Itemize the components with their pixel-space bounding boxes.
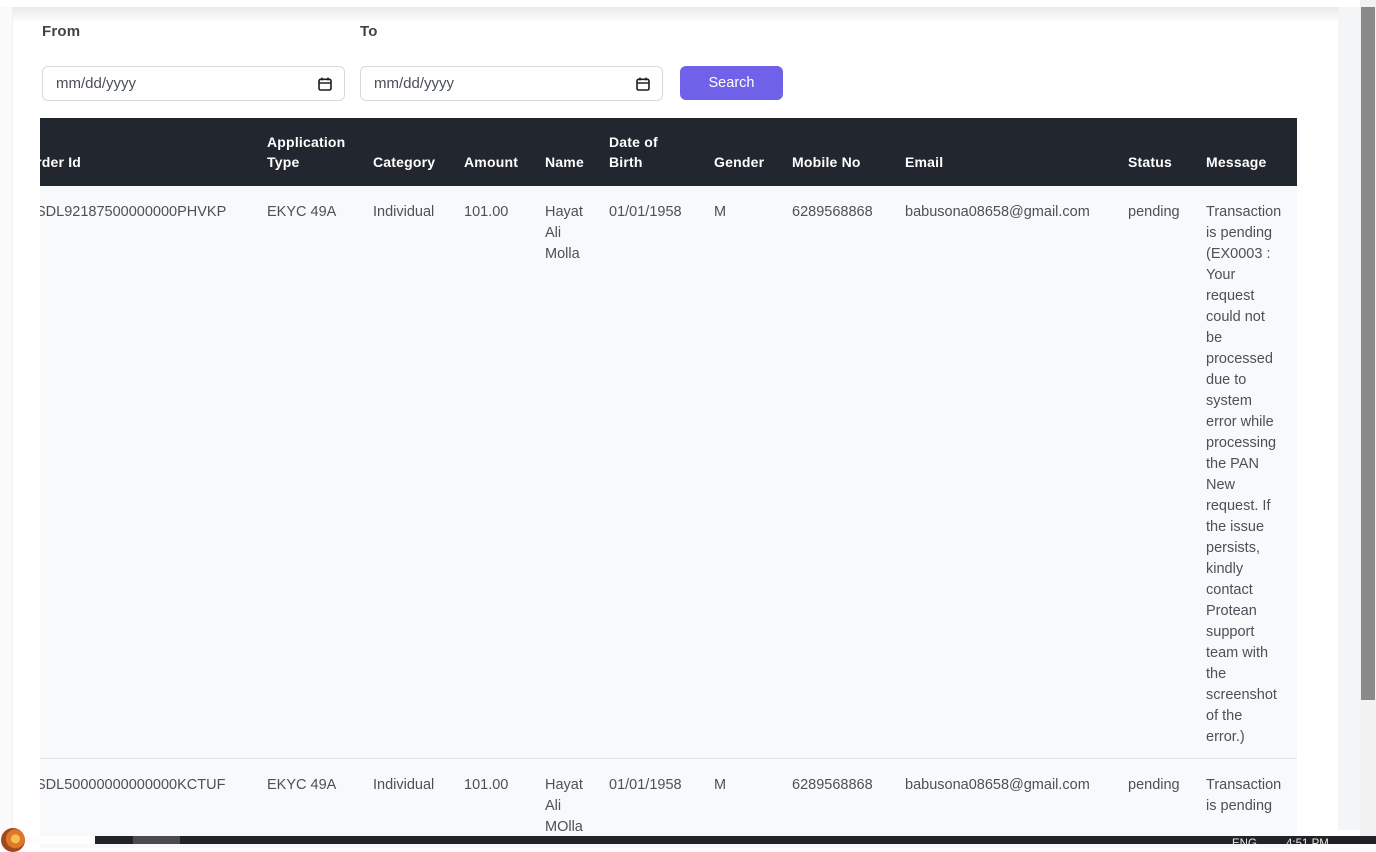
scrollbar-thumb[interactable] (1361, 7, 1375, 700)
taskbar-language[interactable]: ENG (1232, 838, 1257, 844)
cell-order_id: SDL50000000000000KCTUF (40, 759, 265, 849)
col-header-email: Email (903, 118, 1126, 186)
taskbar-active-app[interactable] (133, 836, 180, 844)
col-header-name: Name (543, 118, 607, 186)
from-date-label: From (42, 23, 80, 40)
from-date-field[interactable] (42, 66, 345, 101)
right-rail (1338, 7, 1360, 830)
taskbar-background (95, 836, 1376, 844)
cell-email: babusona08658@gmail.com (903, 186, 1126, 759)
cell-message: Transaction is pending (EX0003 : Your re… (1204, 186, 1297, 759)
cell-name: Hayat Ali Molla (543, 186, 607, 759)
from-date-input[interactable] (43, 67, 344, 100)
to-date-input[interactable] (361, 67, 662, 100)
col-header-dob: Date of Birth (607, 118, 712, 186)
col-header-amount: Amount (462, 118, 543, 186)
cell-mobile: 6289568868 (790, 186, 903, 759)
col-header-message: Message (1204, 118, 1297, 186)
cell-amount: 101.00 (462, 759, 543, 849)
col-header-order_id: Order Id (40, 118, 265, 186)
header-shadow (13, 7, 1338, 23)
vertical-scrollbar[interactable] (1360, 0, 1376, 836)
cell-email: babusona08658@gmail.com (903, 759, 1126, 849)
cell-mobile: 6289568868 (790, 759, 903, 849)
cell-application_type: EKYC 49A (265, 759, 371, 849)
table-header-row: Order IdApplication TypeCategoryAmountNa… (40, 118, 1297, 186)
col-header-status: Status (1126, 118, 1204, 186)
col-header-gender: Gender (712, 118, 790, 186)
calendar-icon[interactable] (317, 76, 333, 92)
to-date-field[interactable] (360, 66, 663, 101)
col-header-mobile: Mobile No (790, 118, 903, 186)
taskbar-browser-icon[interactable] (1, 828, 25, 852)
search-button[interactable]: Search (680, 66, 783, 100)
page-left-gutter (0, 7, 13, 836)
table-row: SDL50000000000000KCTUFEKYC 49AIndividual… (40, 759, 1297, 849)
transactions-table: Order IdApplication TypeCategoryAmountNa… (40, 118, 1297, 848)
taskbar-clock[interactable]: 4:51 PM (1286, 838, 1329, 844)
cell-name: Hayat Ali MOlla (543, 759, 607, 849)
to-date-label: To (360, 23, 378, 40)
cell-category: Individual (371, 759, 462, 849)
cell-application_type: EKYC 49A (265, 186, 371, 759)
cell-gender: M (712, 186, 790, 759)
table-row: SDL92187500000000PHVKPEKYC 49AIndividual… (40, 186, 1297, 759)
cell-status: pending (1126, 186, 1204, 759)
col-header-category: Category (371, 118, 462, 186)
taskbar: ENG 4:51 PM (0, 836, 1376, 844)
cell-order_id: SDL92187500000000PHVKP (40, 186, 265, 759)
calendar-icon[interactable] (635, 76, 651, 92)
cell-message: Transaction is pending (1204, 759, 1297, 849)
cell-dob: 01/01/1958 (607, 759, 712, 849)
cell-status: pending (1126, 759, 1204, 849)
cell-gender: M (712, 759, 790, 849)
cell-dob: 01/01/1958 (607, 186, 712, 759)
col-header-application_type: Application Type (265, 118, 371, 186)
cell-category: Individual (371, 186, 462, 759)
cell-amount: 101.00 (462, 186, 543, 759)
